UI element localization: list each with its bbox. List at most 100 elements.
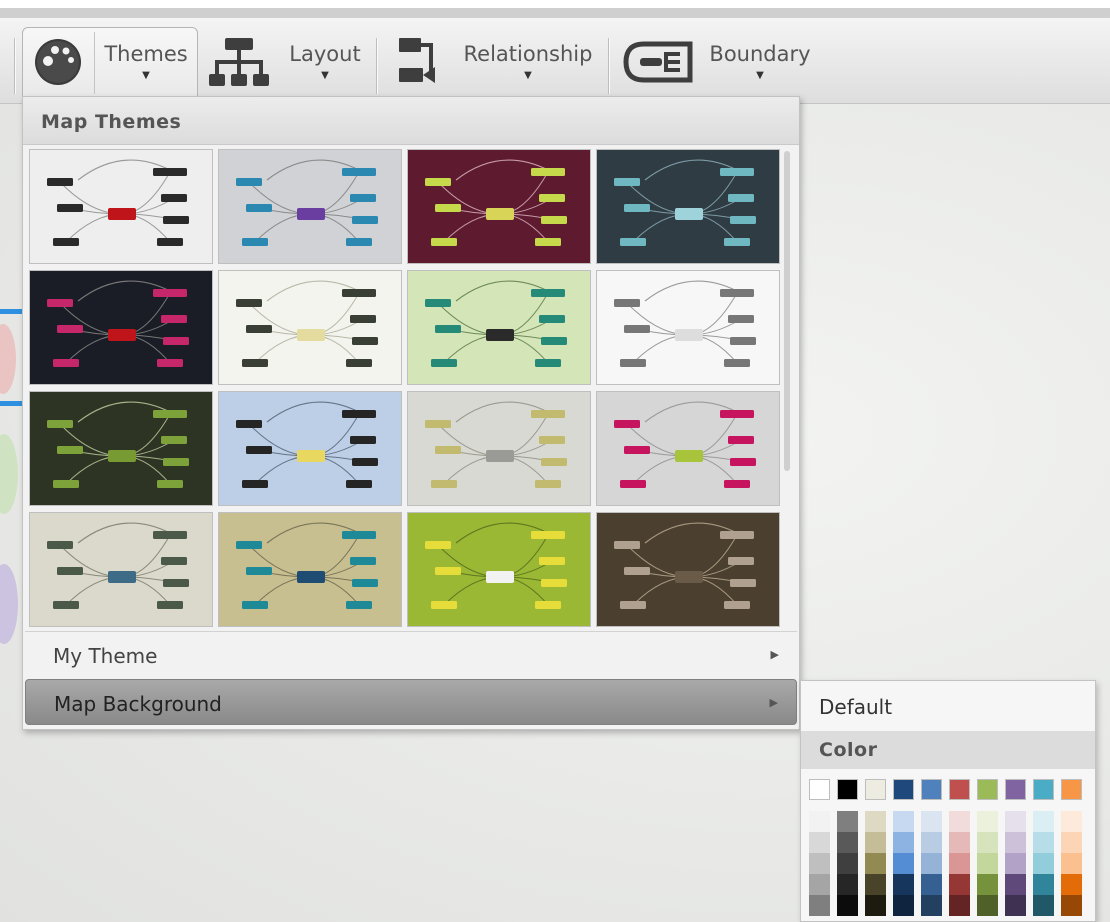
layout-dropdown[interactable]: Layout ▼	[280, 26, 370, 96]
theme-thumbnail[interactable]	[596, 149, 780, 264]
color-shade-swatch[interactable]	[837, 811, 858, 832]
color-swatch[interactable]	[921, 779, 942, 800]
color-shade-swatch[interactable]	[837, 895, 858, 916]
my-theme-menu-item[interactable]: My Theme ▶	[25, 631, 797, 677]
color-shade-swatch[interactable]	[809, 811, 830, 832]
shade-column	[949, 811, 970, 916]
color-swatch[interactable]	[837, 779, 858, 800]
color-shade-swatch[interactable]	[1005, 832, 1026, 853]
scrollbar-thumb[interactable]	[784, 151, 790, 471]
color-shade-swatch[interactable]	[949, 811, 970, 832]
theme-thumbnail[interactable]	[29, 149, 213, 264]
map-background-menu-item[interactable]: Map Background ▶	[25, 679, 797, 725]
color-shade-swatch[interactable]	[1033, 832, 1054, 853]
color-swatch[interactable]	[893, 779, 914, 800]
color-shade-swatch[interactable]	[893, 811, 914, 832]
relationship-dropdown[interactable]: Relationship ▼	[458, 26, 598, 96]
color-shade-swatch[interactable]	[921, 874, 942, 895]
color-shade-swatch[interactable]	[865, 895, 886, 916]
color-shade-swatch[interactable]	[893, 874, 914, 895]
theme-thumbnail[interactable]	[29, 270, 213, 385]
color-shade-swatch[interactable]	[837, 832, 858, 853]
color-shade-swatch[interactable]	[977, 832, 998, 853]
shade-column	[921, 811, 942, 916]
color-shade-swatch[interactable]	[949, 832, 970, 853]
color-shade-swatch[interactable]	[1033, 853, 1054, 874]
theme-thumbnail[interactable]	[407, 149, 591, 264]
default-background-option[interactable]: Default	[819, 695, 892, 719]
color-shade-swatch[interactable]	[1033, 811, 1054, 832]
color-shade-swatch[interactable]	[977, 895, 998, 916]
color-shade-swatch[interactable]	[1061, 895, 1082, 916]
themes-dropdown[interactable]: Themes ▼	[96, 26, 196, 96]
theme-thumbnail[interactable]	[407, 270, 591, 385]
color-shade-swatch[interactable]	[921, 832, 942, 853]
color-shade-swatch[interactable]	[1061, 853, 1082, 874]
color-swatch[interactable]	[949, 779, 970, 800]
color-shade-swatch[interactable]	[865, 832, 886, 853]
color-shade-swatch[interactable]	[949, 895, 970, 916]
theme-thumbnail[interactable]	[218, 391, 402, 506]
color-shade-swatch[interactable]	[893, 895, 914, 916]
theme-thumbnail[interactable]	[29, 512, 213, 627]
theme-thumbnail[interactable]	[407, 391, 591, 506]
theme-thumbnail[interactable]	[218, 512, 402, 627]
theme-thumbnail[interactable]	[29, 391, 213, 506]
relationship-icon[interactable]	[384, 28, 454, 96]
color-shade-swatch[interactable]	[1005, 811, 1026, 832]
color-shade-swatch[interactable]	[921, 853, 942, 874]
color-shade-swatch[interactable]	[1061, 811, 1082, 832]
theme-grid-scrollbar[interactable]	[783, 149, 791, 627]
color-shade-swatch[interactable]	[809, 895, 830, 916]
theme-thumbnail[interactable]	[596, 391, 780, 506]
color-shade-swatch[interactable]	[949, 874, 970, 895]
color-swatch[interactable]	[865, 779, 886, 800]
color-shade-swatch[interactable]	[893, 832, 914, 853]
ribbon-toolbar: Themes ▼ Layout ▼ Relationship ▼ Boundar…	[0, 18, 1110, 104]
color-shade-swatch[interactable]	[1005, 895, 1026, 916]
color-shade-swatch[interactable]	[1005, 874, 1026, 895]
color-header: Color	[801, 731, 1095, 769]
org-chart-icon[interactable]	[204, 28, 274, 96]
color-shade-swatch[interactable]	[865, 874, 886, 895]
theme-thumbnail[interactable]	[218, 149, 402, 264]
color-shade-swatch[interactable]	[1033, 895, 1054, 916]
color-shade-swatch[interactable]	[949, 853, 970, 874]
color-shade-swatch[interactable]	[837, 853, 858, 874]
color-shade-swatch[interactable]	[1061, 874, 1082, 895]
boundary-icon[interactable]	[616, 28, 700, 96]
color-shade-swatch[interactable]	[977, 874, 998, 895]
chevron-down-icon: ▼	[524, 69, 532, 81]
shade-column	[1005, 811, 1026, 916]
theme-thumbnail[interactable]	[218, 270, 402, 385]
color-shade-swatch[interactable]	[977, 853, 998, 874]
color-shade-swatch[interactable]	[1005, 853, 1026, 874]
color-shade-swatch[interactable]	[865, 811, 886, 832]
boundary-dropdown[interactable]: Boundary ▼	[700, 26, 820, 96]
color-shade-swatch[interactable]	[921, 895, 942, 916]
map-node-fragment	[0, 324, 16, 394]
color-shade-swatch[interactable]	[809, 874, 830, 895]
base-color-row	[809, 779, 1089, 801]
chevron-down-icon: ▼	[321, 69, 329, 81]
theme-thumbnail[interactable]	[407, 512, 591, 627]
theme-grid	[29, 149, 781, 627]
color-shade-swatch[interactable]	[1033, 874, 1054, 895]
color-shade-swatch[interactable]	[1061, 832, 1082, 853]
color-shade-swatch[interactable]	[809, 853, 830, 874]
chevron-down-icon: ▼	[142, 69, 150, 81]
color-shade-swatch[interactable]	[809, 832, 830, 853]
color-shade-swatch[interactable]	[977, 811, 998, 832]
color-shade-swatch[interactable]	[865, 853, 886, 874]
color-swatch[interactable]	[809, 779, 830, 800]
color-swatch[interactable]	[1005, 779, 1026, 800]
color-shade-swatch[interactable]	[893, 853, 914, 874]
theme-thumbnail[interactable]	[596, 270, 780, 385]
theme-thumbnail[interactable]	[596, 512, 780, 627]
color-shade-swatch[interactable]	[837, 874, 858, 895]
color-shade-swatch[interactable]	[921, 811, 942, 832]
color-swatch[interactable]	[977, 779, 998, 800]
color-swatch[interactable]	[1033, 779, 1054, 800]
color-swatch[interactable]	[1061, 779, 1082, 800]
map-node-fragment	[0, 434, 18, 514]
